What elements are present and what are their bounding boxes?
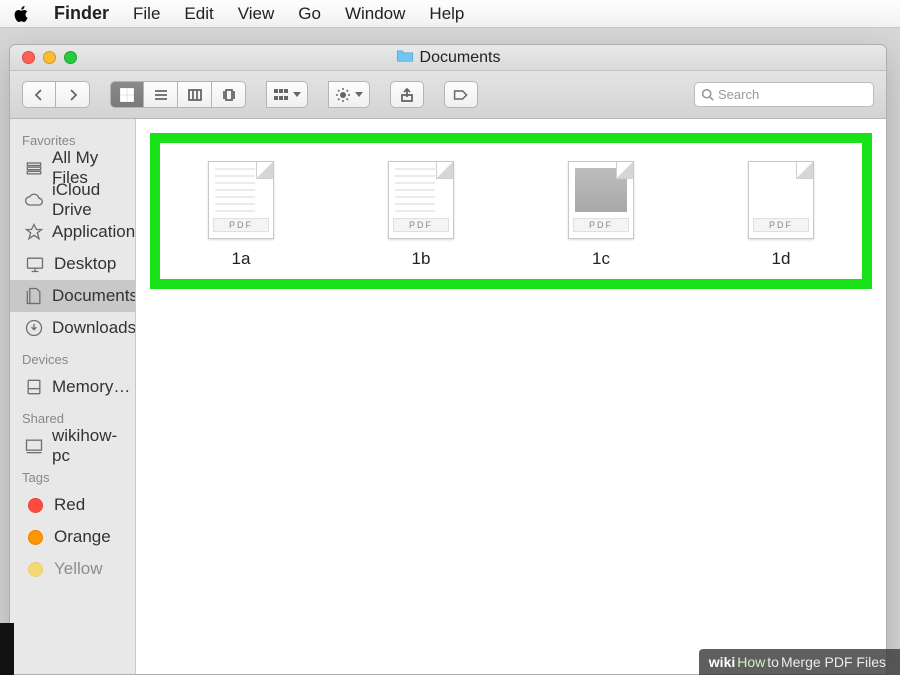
view-icons-button[interactable]: [110, 81, 144, 108]
sidebar-item-label: Yellow: [54, 559, 103, 579]
menu-window[interactable]: Window: [345, 4, 405, 24]
menubar-app-name[interactable]: Finder: [54, 3, 109, 24]
action-group: [328, 81, 370, 108]
apple-menu-icon[interactable]: [14, 6, 30, 22]
documents-icon: [24, 286, 44, 306]
finder-content-area[interactable]: PDF 1a PDF 1b PDF: [136, 119, 886, 674]
downloads-icon: [24, 318, 44, 338]
sidebar-item-label: wikihow-pc: [52, 426, 125, 466]
tags-button[interactable]: [444, 81, 478, 108]
file-item[interactable]: PDF 1d: [726, 161, 836, 269]
finder-toolbar: Search: [10, 71, 886, 119]
chevron-down-icon: [293, 92, 301, 97]
file-type-badge: PDF: [213, 218, 269, 232]
desktop-icon: [24, 254, 46, 274]
macos-menubar: Finder File Edit View Go Window Help: [0, 0, 900, 28]
sidebar-item-label: Documents: [52, 286, 136, 306]
menu-view[interactable]: View: [238, 4, 275, 24]
menu-go[interactable]: Go: [298, 4, 321, 24]
file-name: 1c: [592, 249, 610, 269]
menu-edit[interactable]: Edit: [184, 4, 213, 24]
back-button[interactable]: [22, 81, 56, 108]
sidebar-item-applications[interactable]: Applications: [10, 216, 135, 248]
menu-file[interactable]: File: [133, 4, 160, 24]
cloud-icon: [24, 190, 44, 210]
sidebar-item-label: Red: [54, 495, 85, 515]
search-icon: [701, 88, 714, 101]
pc-icon: [24, 436, 44, 456]
drive-icon: [24, 377, 44, 397]
menu-help[interactable]: Help: [429, 4, 464, 24]
brand-suffix: How: [737, 654, 765, 670]
all-my-files-icon: [24, 158, 44, 178]
sidebar-item-label: Applications: [52, 222, 136, 242]
caption-separator: to: [767, 654, 779, 670]
sidebar-item-label: Desktop: [54, 254, 116, 274]
sidebar-item-documents[interactable]: Documents: [10, 280, 135, 312]
search-placeholder: Search: [718, 87, 759, 102]
brand-prefix: wiki: [709, 654, 735, 670]
pdf-thumbnail-icon: PDF: [568, 161, 634, 239]
chevron-down-icon: [355, 92, 363, 97]
view-switcher: [110, 81, 246, 108]
sidebar-tag-yellow[interactable]: Yellow: [10, 553, 135, 585]
applications-icon: [24, 222, 44, 242]
action-button[interactable]: [328, 81, 370, 108]
sidebar-item-icloud-drive[interactable]: iCloud Drive: [10, 184, 135, 216]
file-name: 1a: [232, 249, 251, 269]
zoom-button[interactable]: [64, 51, 77, 64]
minimize-button[interactable]: [43, 51, 56, 64]
sidebar-item-wikihow-pc[interactable]: wikihow-pc: [10, 430, 135, 462]
arrange-group: [266, 81, 308, 108]
search-input[interactable]: Search: [694, 82, 874, 107]
nav-buttons: [22, 81, 90, 108]
window-title: Documents: [10, 48, 886, 67]
tag-dot-icon: [24, 498, 46, 513]
sidebar-item-downloads[interactable]: Downloads: [10, 312, 135, 344]
pdf-thumbnail-icon: PDF: [388, 161, 454, 239]
pdf-thumbnail-icon: PDF: [208, 161, 274, 239]
sidebar-item-desktop[interactable]: Desktop: [10, 248, 135, 280]
caption-title: Merge PDF Files: [781, 654, 886, 670]
file-name: 1b: [412, 249, 431, 269]
sidebar-heading-devices: Devices: [10, 344, 135, 371]
pdf-thumbnail-icon: PDF: [748, 161, 814, 239]
desktop: Documents: [0, 28, 900, 675]
sidebar-item-label: Orange: [54, 527, 111, 547]
tag-dot-icon: [24, 562, 46, 577]
sidebar-tag-orange[interactable]: Orange: [10, 521, 135, 553]
file-name: 1d: [772, 249, 791, 269]
close-button[interactable]: [22, 51, 35, 64]
forward-button[interactable]: [56, 81, 90, 108]
decorative-strip: [0, 623, 14, 675]
traffic-lights: [22, 51, 77, 64]
share-button[interactable]: [390, 81, 424, 108]
folder-icon: [396, 48, 414, 67]
view-list-button[interactable]: [144, 81, 178, 108]
finder-sidebar[interactable]: Favorites All My Files iCloud Drive Appl…: [10, 119, 136, 674]
window-titlebar[interactable]: Documents: [10, 45, 886, 71]
view-coverflow-button[interactable]: [212, 81, 246, 108]
arrange-button[interactable]: [266, 81, 308, 108]
sidebar-item-memory[interactable]: Memory…: [10, 371, 135, 403]
file-type-badge: PDF: [393, 218, 449, 232]
tag-dot-icon: [24, 530, 46, 545]
sidebar-heading-tags: Tags: [10, 462, 135, 489]
sidebar-item-label: Downloads: [52, 318, 136, 338]
sidebar-item-label: Memory…: [52, 377, 130, 397]
file-type-badge: PDF: [753, 218, 809, 232]
file-item[interactable]: PDF 1c: [546, 161, 656, 269]
wikihow-caption: wikiHow to Merge PDF Files: [699, 649, 900, 675]
view-columns-button[interactable]: [178, 81, 212, 108]
sidebar-tag-red[interactable]: Red: [10, 489, 135, 521]
sidebar-item-label: iCloud Drive: [52, 180, 125, 220]
window-title-text: Documents: [420, 49, 501, 67]
finder-window: Documents: [9, 44, 887, 675]
file-item[interactable]: PDF 1a: [186, 161, 296, 269]
file-type-badge: PDF: [573, 218, 629, 232]
file-item[interactable]: PDF 1b: [366, 161, 476, 269]
selection-highlight: PDF 1a PDF 1b PDF: [150, 133, 872, 289]
